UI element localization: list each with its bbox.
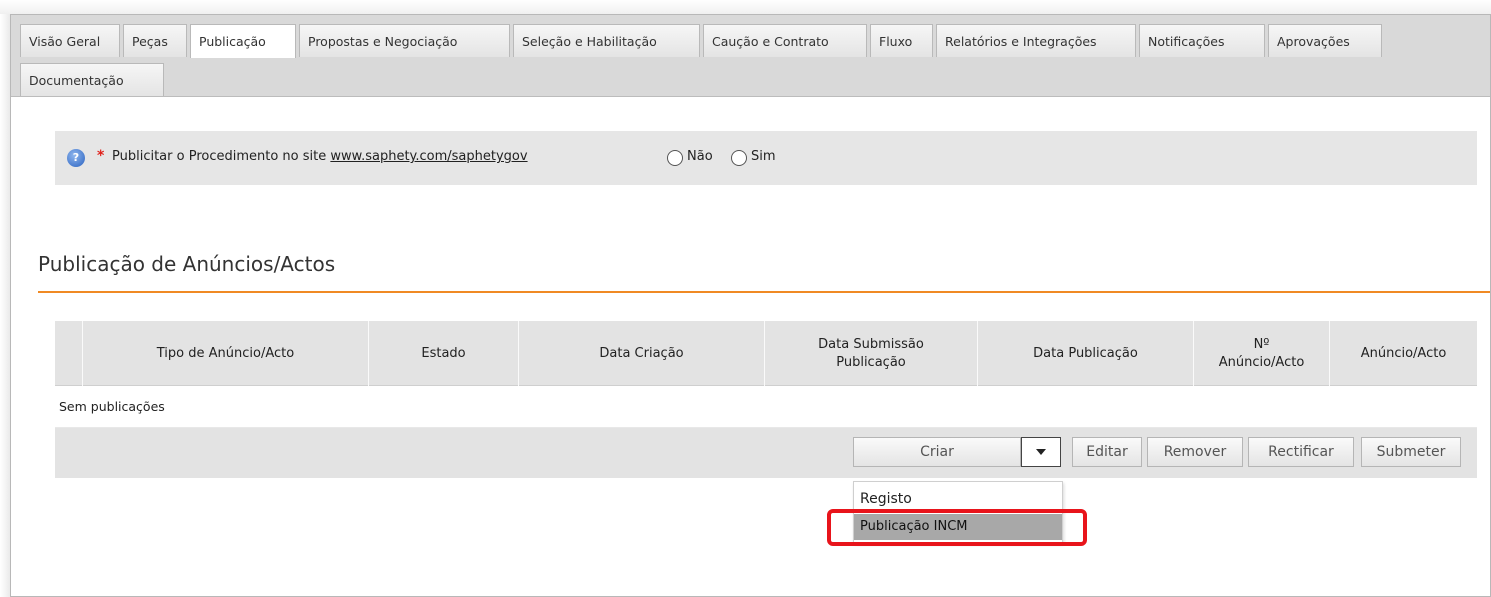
column-header-numero[interactable]: Nº Anúncio/Acto bbox=[1193, 321, 1329, 386]
column-header-data-publicacao[interactable]: Data Publicação bbox=[977, 321, 1193, 386]
publicitar-bar: ? * Publicitar o Procedimento no site ww… bbox=[55, 131, 1477, 185]
tab-caucao-contrato[interactable]: Caução e Contrato bbox=[703, 24, 867, 57]
criar-button[interactable]: Criar bbox=[853, 437, 1021, 467]
section-title: Publicação de Anúncios/Actos bbox=[38, 252, 336, 276]
editar-button[interactable]: Editar bbox=[1072, 437, 1142, 467]
publicitar-label-text: Publicitar o Procedimento no site bbox=[112, 149, 327, 164]
table-header: Tipo de Anúncio/Acto Estado Data Criação… bbox=[55, 321, 1477, 386]
column-header-data-criacao[interactable]: Data Criação bbox=[518, 321, 764, 386]
frame-shadow-left bbox=[0, 14, 10, 597]
select-column-header bbox=[55, 321, 82, 386]
tab-pecas[interactable]: Peças bbox=[123, 24, 187, 57]
radio-nao-label[interactable]: Não bbox=[687, 149, 713, 164]
tab-aprovacoes[interactable]: Aprovações bbox=[1268, 24, 1382, 57]
required-marker: * bbox=[97, 148, 105, 164]
tab-relatorios-integracoes[interactable]: Relatórios e Integrações bbox=[936, 24, 1136, 57]
question-circle-icon[interactable]: ? bbox=[67, 149, 85, 167]
radio-sim-label[interactable]: Sim bbox=[751, 149, 776, 164]
column-header-anuncio[interactable]: Anúncio/Acto bbox=[1329, 321, 1477, 386]
publicitar-label: Publicitar o Procedimento no site www.sa… bbox=[112, 149, 528, 164]
table-toolbar: Criar Editar Remover Rectificar Submeter bbox=[55, 428, 1477, 478]
menu-item-registo[interactable]: Registo bbox=[854, 486, 1062, 512]
tab-fluxo[interactable]: Fluxo bbox=[870, 24, 933, 57]
column-header-data-submissao[interactable]: Data Submissão Publicação bbox=[764, 321, 977, 386]
menu-item-publicacao-incm[interactable]: Publicação INCM bbox=[854, 514, 1062, 540]
remover-button[interactable]: Remover bbox=[1147, 437, 1243, 467]
tab-documentacao[interactable]: Documentação bbox=[20, 63, 164, 96]
frame-shadow-top bbox=[0, 0, 1491, 14]
empty-message: Sem publicações bbox=[55, 386, 1477, 428]
tab-visao-geral[interactable]: Visão Geral bbox=[20, 24, 120, 57]
criar-dropdown-menu: Registo Publicação INCM bbox=[853, 481, 1063, 543]
column-header-estado[interactable]: Estado bbox=[368, 321, 518, 386]
publicacao-panel: Visão Geral Peças Publicação Propostas e… bbox=[10, 14, 1491, 597]
radio-nao[interactable] bbox=[667, 150, 683, 166]
tab-propostas-negociacao[interactable]: Propostas e Negociação bbox=[299, 24, 510, 57]
chevron-down-icon bbox=[1036, 449, 1046, 455]
tab-selecao-habilitacao[interactable]: Seleção e Habilitação bbox=[513, 24, 700, 57]
saphety-link[interactable]: www.saphety.com/saphetygov bbox=[330, 149, 527, 164]
radio-sim[interactable] bbox=[731, 150, 747, 166]
tab-publicacao[interactable]: Publicação bbox=[190, 24, 296, 58]
submeter-button[interactable]: Submeter bbox=[1361, 437, 1461, 467]
rectificar-button[interactable]: Rectificar bbox=[1248, 437, 1354, 467]
section-divider bbox=[38, 291, 1490, 293]
column-header-tipo[interactable]: Tipo de Anúncio/Acto bbox=[82, 321, 368, 386]
criar-dropdown-toggle[interactable] bbox=[1021, 437, 1061, 467]
tab-notificacoes[interactable]: Notificações bbox=[1139, 24, 1265, 57]
tab-bar: Visão Geral Peças Publicação Propostas e… bbox=[11, 15, 1490, 97]
publicacoes-table: Tipo de Anúncio/Acto Estado Data Criação… bbox=[55, 321, 1477, 478]
